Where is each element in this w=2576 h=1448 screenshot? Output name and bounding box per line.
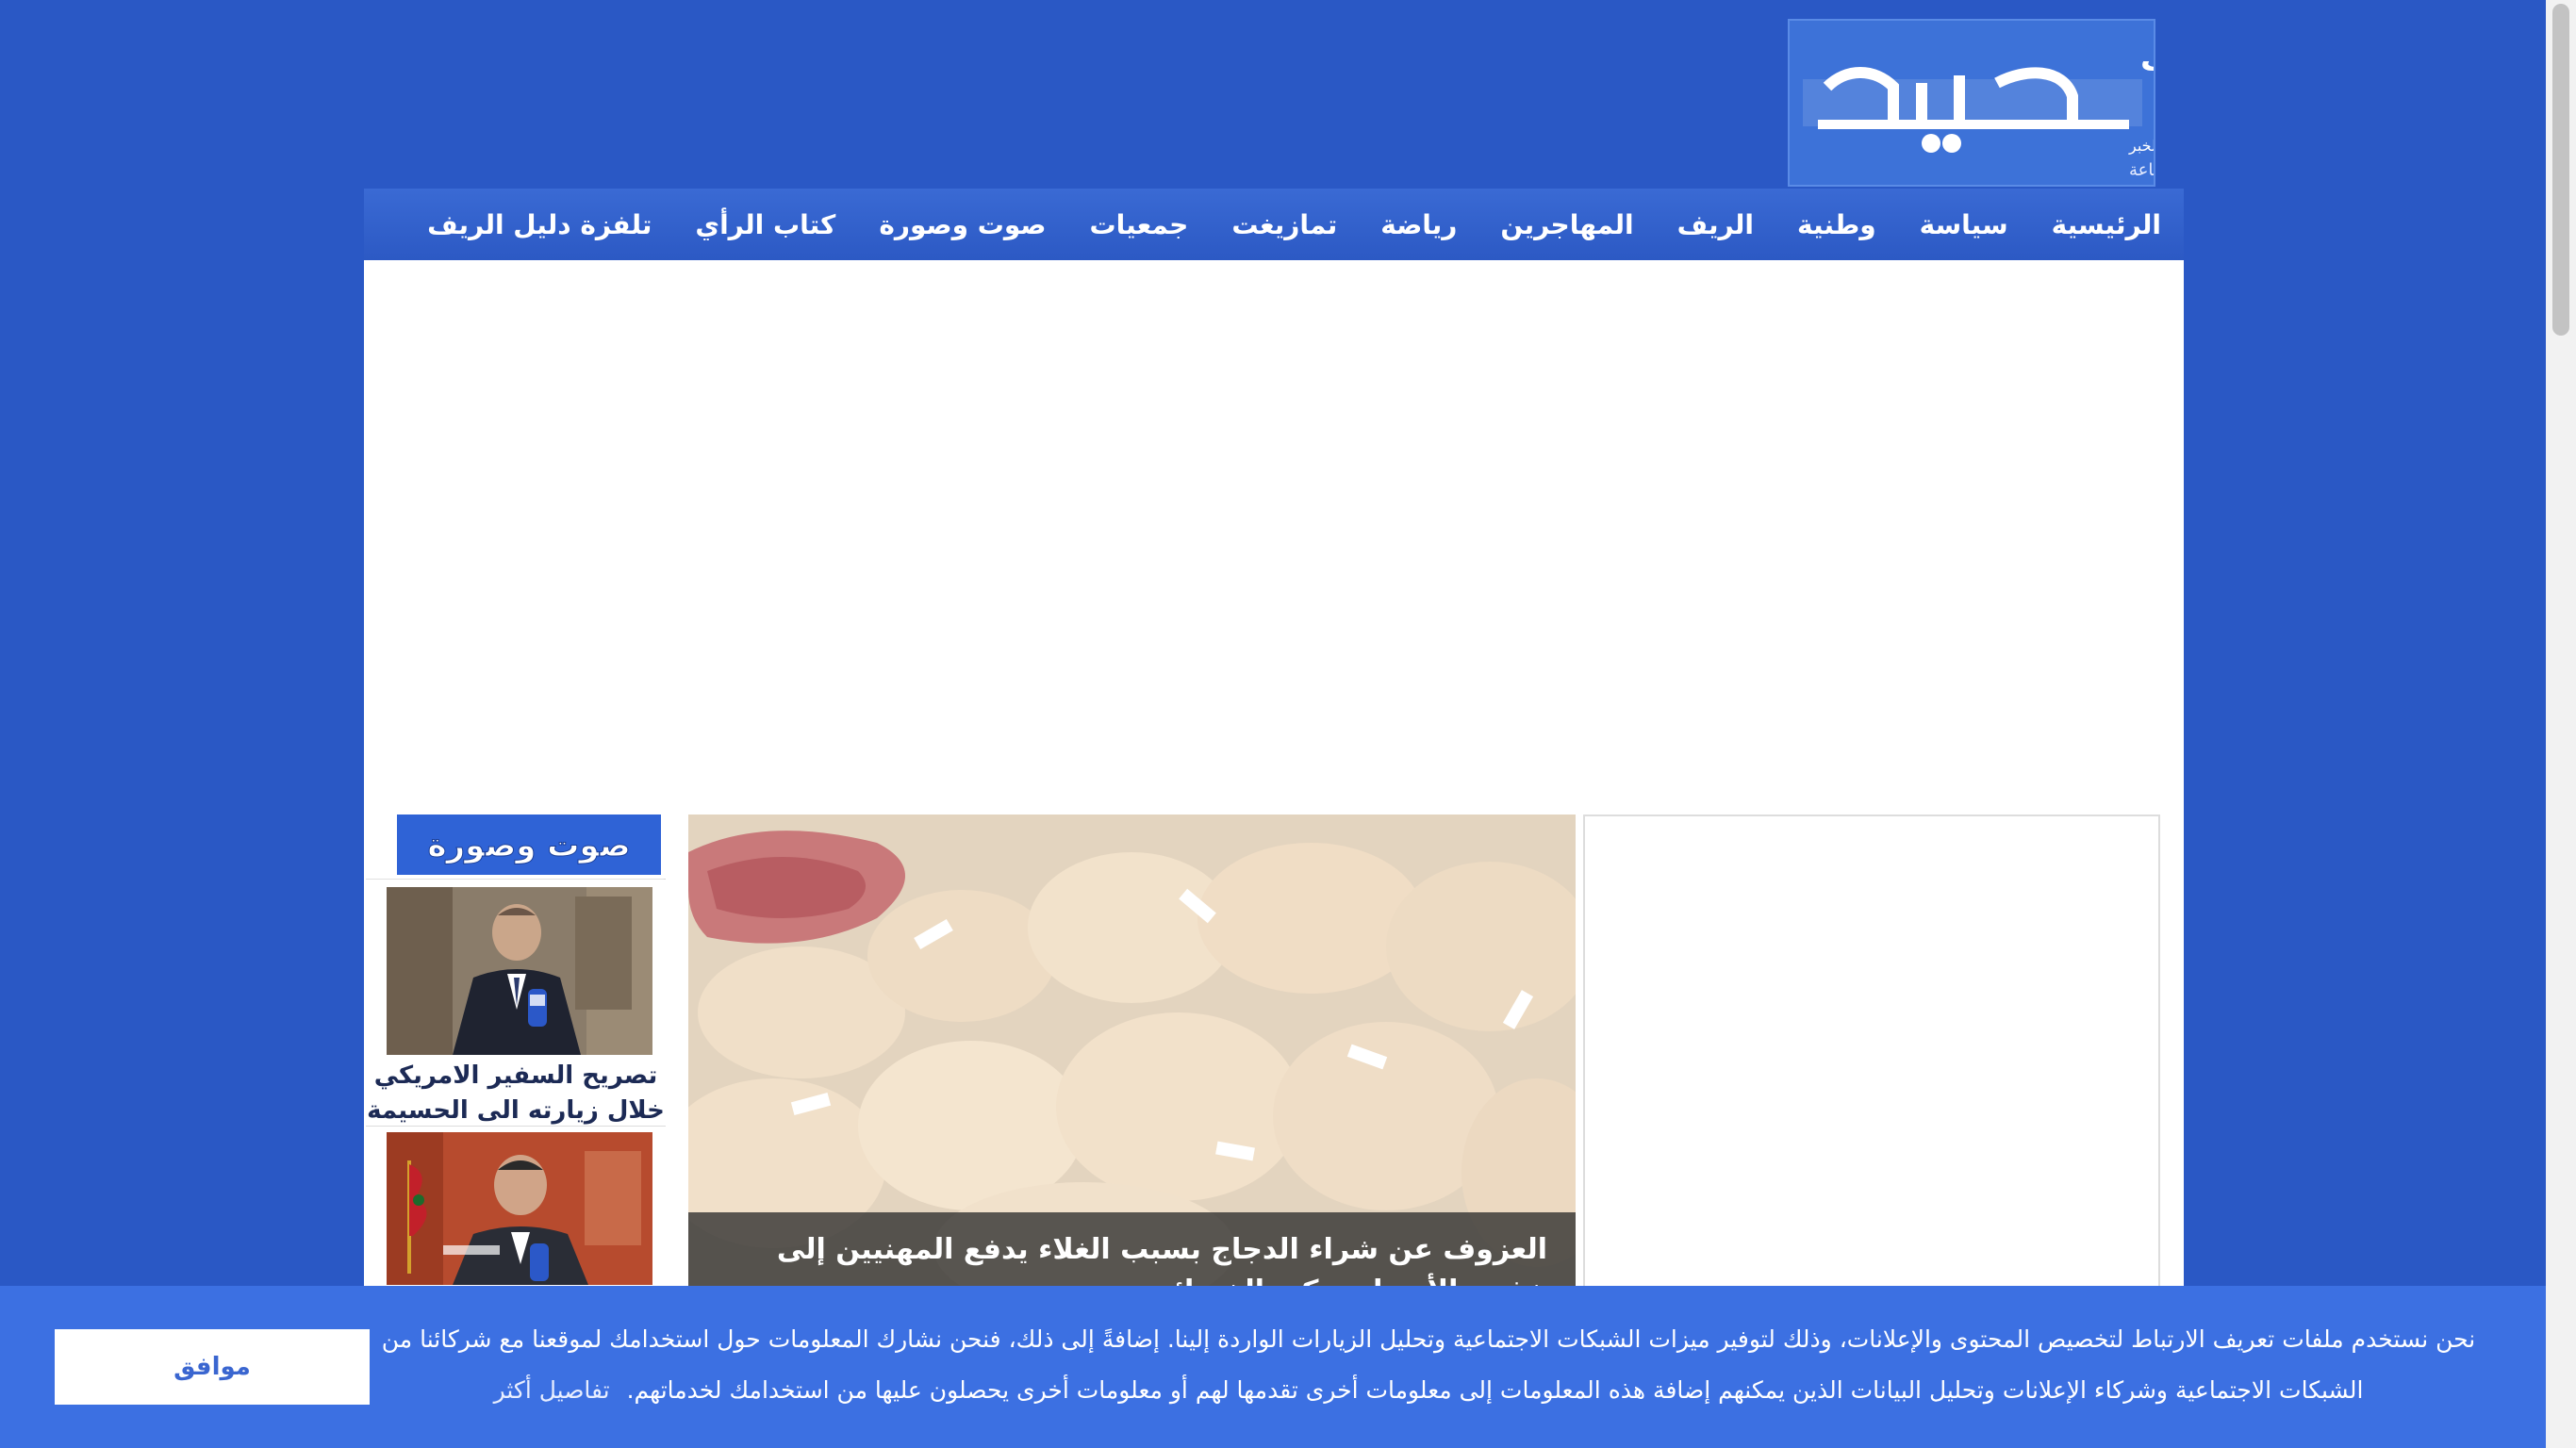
- cookie-consent-banner: نحن نستخدم ملفات تعريف الارتباط لتخصيص ا…: [0, 1286, 2546, 1448]
- cookie-consent-text-block: نحن نستخدم ملفات تعريف الارتباط لتخصيص ا…: [377, 1314, 2480, 1416]
- sidebar-ad-box: [1583, 814, 2160, 1305]
- cookie-consent-message: نحن نستخدم ملفات تعريف الارتباط لتخصيص ا…: [381, 1325, 2476, 1404]
- page-container: شبكة دليل الريف الموضوعية في نقل الخبر ج…: [364, 0, 2409, 1448]
- nav-item-immigrants[interactable]: المهاجرين: [1500, 209, 1633, 240]
- sidebar-heading-banner[interactable]: صوت وصورة: [397, 814, 661, 875]
- nav-item-national[interactable]: وطنية: [1797, 209, 1876, 240]
- video-thumbnail[interactable]: [387, 1132, 652, 1285]
- logo-small-title: شبكة دليل الريف: [2140, 41, 2154, 78]
- nav-item-politics[interactable]: سياسة: [1920, 209, 2008, 240]
- nav-item-audio-video[interactable]: صوت وصورة: [879, 209, 1046, 240]
- ad-placeholder: [364, 260, 2184, 814]
- nav-item-tamazight[interactable]: تمازيغت: [1231, 209, 1337, 240]
- logo-tagline: الموضوعية في نقل الخبر: [2128, 137, 2154, 156]
- nav-item-associations[interactable]: جمعيات: [1089, 209, 1188, 240]
- list-item[interactable]: [366, 1127, 666, 1285]
- nav-item-home[interactable]: الرئيسية: [2052, 209, 2161, 240]
- main-navigation: الرئيسية سياسة وطنية الريف المهاجرين ريا…: [364, 189, 2184, 260]
- nav-item-sports[interactable]: رياضة: [1380, 209, 1457, 240]
- accept-cookies-button[interactable]: موافق: [55, 1329, 370, 1405]
- video-thumbnail[interactable]: [387, 887, 652, 1055]
- logo-subtagline: جريدة الكترونية تتجدد على مدار الساعة: [2129, 160, 2154, 180]
- video-title[interactable]: تصريح السفير الامريكي خلال زيارته الى ال…: [366, 1059, 666, 1128]
- site-header: شبكة دليل الريف الموضوعية في نقل الخبر ج…: [364, 0, 2409, 189]
- featured-article[interactable]: العزوف عن شراء الدجاج بسبب الغلاء يدفع ا…: [688, 814, 1576, 1286]
- site-logo[interactable]: شبكة دليل الريف الموضوعية في نقل الخبر ج…: [1788, 19, 2409, 187]
- sidebar-heading: صوت وصورة: [427, 827, 630, 864]
- cookie-details-link[interactable]: تفاصيل أكثر: [494, 1376, 610, 1404]
- logo-graphic: شبكة دليل الريف الموضوعية في نقل الخبر ج…: [1790, 21, 2409, 185]
- scrollbar-thumb[interactable]: [2552, 4, 2569, 336]
- nav-item-rif[interactable]: الريف: [1677, 209, 1754, 240]
- sidebar-video-list: تصريح السفير الامريكي خلال زيارته الى ال…: [366, 879, 666, 1285]
- nav-item-dalil-tv[interactable]: تلفزة دليل الريف: [427, 209, 652, 240]
- sidebar-heading-graphic: صوت وصورة: [397, 814, 661, 875]
- list-item[interactable]: تصريح السفير الامريكي خلال زيارته الى ال…: [366, 880, 666, 1127]
- nav-item-opinion-writers[interactable]: كتاب الرأي: [695, 209, 835, 240]
- featured-title[interactable]: العزوف عن شراء الدجاج بسبب الغلاء يدفع ا…: [688, 1212, 1576, 1286]
